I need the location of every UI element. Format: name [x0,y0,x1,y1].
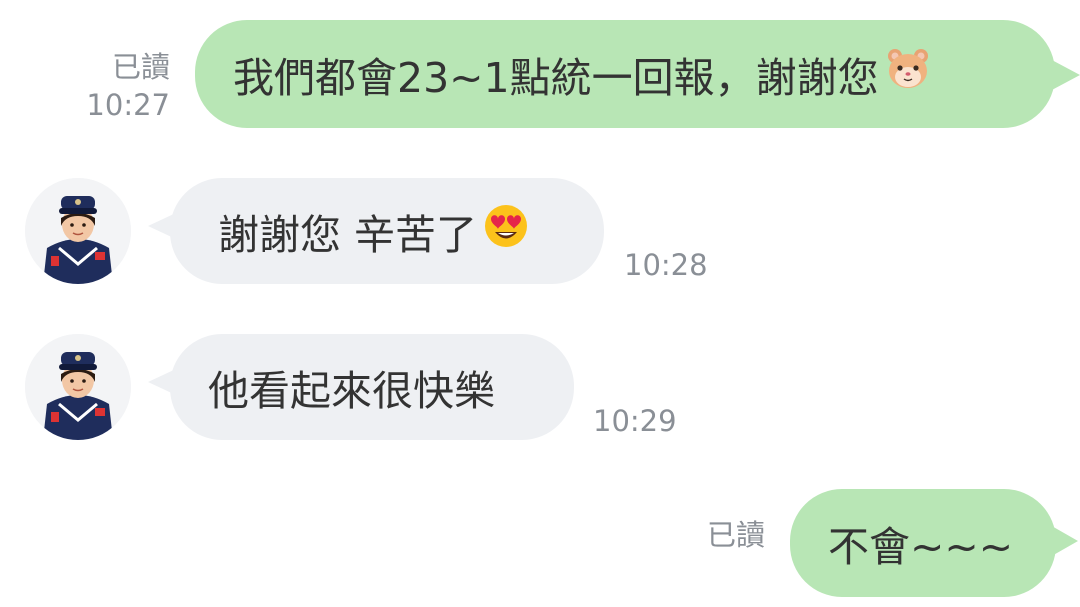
message-bubble[interactable]: 不會~~~ [790,489,1056,597]
message-time: 10:27 [86,88,170,122]
bubble-tail [1050,59,1080,91]
police-officer-icon [25,334,131,440]
heart-eyes-face-icon [483,203,529,259]
message-text: 謝謝您 辛苦了 [218,211,478,259]
message-meta: 已讀 10:27 [70,48,170,124]
message-text: 不會~~~ [828,523,1014,571]
hamster-face-icon [885,46,931,102]
message-text: 我們都會23~1點統一回報，謝謝您 [233,54,879,102]
read-receipt: 已讀 [706,518,765,552]
read-receipt: 已讀 [111,50,170,84]
bubble-tail [1050,525,1078,557]
message-text: 他看起來很快樂 [208,367,495,415]
message-meta: 已讀 [665,516,765,554]
police-officer-icon [25,178,131,284]
message-time: 10:28 [624,248,708,282]
message-bubble[interactable]: 他看起來很快樂 [170,334,574,440]
avatar[interactable] [25,178,131,284]
message-time: 10:29 [593,404,677,438]
avatar[interactable] [25,334,131,440]
message-bubble[interactable]: 謝謝您 辛苦了 [170,178,604,284]
message-bubble[interactable]: 我們都會23~1點統一回報，謝謝您 [195,20,1055,128]
